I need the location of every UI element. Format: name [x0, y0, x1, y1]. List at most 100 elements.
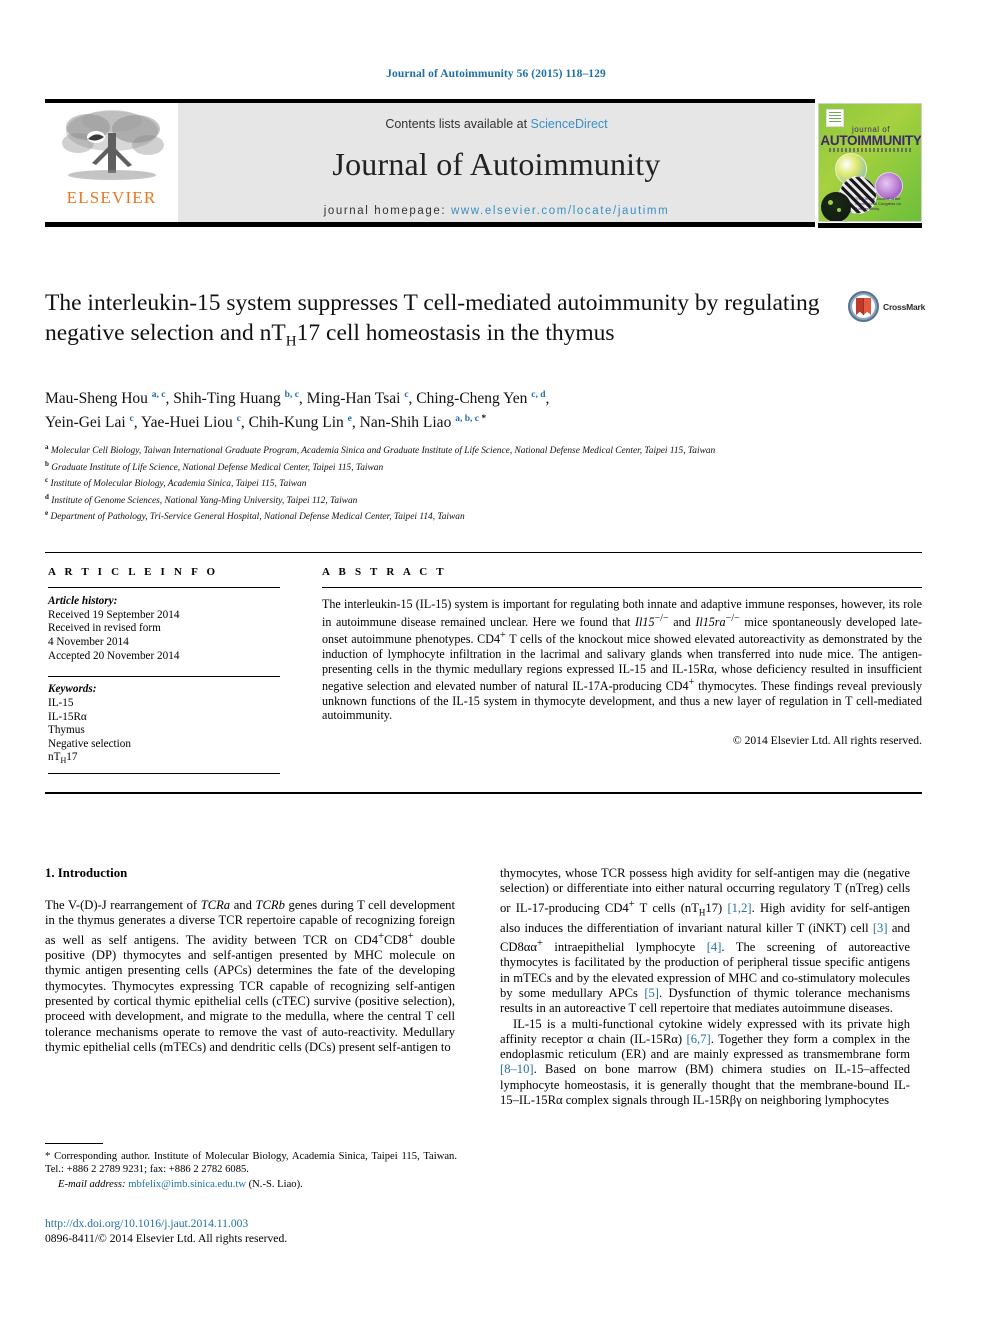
abstract-text: The interleukin-15 (IL-15) system is imp… [322, 597, 922, 723]
cover-cell-image-4 [821, 192, 851, 221]
cover-artwork: journal of AUTOIMMUNITY The Official Jou… [818, 103, 922, 222]
cover-title-label: AUTOIMMUNITY [820, 133, 922, 148]
elsevier-wordmark: ELSEVIER [66, 188, 157, 207]
affiliation-row: e Department of Pathology, Tri-Service G… [45, 509, 465, 523]
article-info-rule [48, 587, 280, 589]
author-name: Shih-Ting Huang [173, 390, 285, 408]
citation-link[interactable]: [8–10] [500, 1062, 534, 1076]
email-link[interactable]: mbfelix@imb.sinica.edu.tw [128, 1179, 246, 1190]
abstract-italic-gene: Il15 [635, 614, 655, 629]
affiliation-marker: e [45, 509, 49, 518]
intro-paragraph-right-2: IL-15 is a multi-functional cytokine wid… [500, 1016, 911, 1108]
author-affiliation-marker: c, d [531, 390, 546, 400]
article-history: Article history: Received 19 September 2… [48, 595, 280, 663]
affiliation-marker: a [45, 443, 49, 451]
keywords-label: Keywords: [48, 683, 97, 696]
abstract-copyright: © 2014 Elsevier Ltd. All rights reserved… [732, 734, 922, 748]
doi-link[interactable]: http://dx.doi.org/10.1016/j.jaut.2014.11… [45, 1216, 465, 1231]
affiliation-row: a Molecular Cell Biology, Taiwan Interna… [45, 443, 716, 457]
journal-masthead: ELSEVIER Contents lists available at Sci… [45, 99, 815, 227]
keyword-item: Negative selection [48, 737, 131, 750]
article-history-line: 4 November 2014 [48, 635, 129, 648]
journal-article-page: Journal of Autoimmunity 56 (2015) 118–12… [0, 0, 992, 1323]
cover-bottom-rule [818, 223, 922, 228]
body-column-left: 1. Introduction The V-(D)-J rearrangemen… [45, 866, 455, 1055]
citation-link[interactable]: [5] [644, 986, 659, 1000]
title-subscript-h: H [285, 333, 297, 350]
title-line-3: thymus [545, 320, 615, 346]
contents-available-line: Contents lists available at ScienceDirec… [385, 117, 607, 131]
citation-link[interactable]: [4] [707, 940, 722, 954]
affiliation-row: c Institute of Molecular Biology, Academ… [45, 476, 307, 490]
gene-italic: TCRb [255, 898, 285, 912]
citation-link[interactable]: [3] [873, 921, 888, 935]
contents-prefix: Contents lists available at [385, 117, 531, 131]
author-affiliation-marker: a, b, c [455, 414, 479, 425]
article-info-column: A R T I C L E I N F O Article history: R… [48, 566, 280, 775]
abstract-column: A B S T R A C T The interleukin-15 (IL-1… [322, 566, 922, 747]
sciencedirect-link[interactable]: ScienceDirect [531, 117, 608, 131]
intro-paragraph-right-1: thymocytes, whose TCR possess high avidi… [500, 866, 911, 1016]
homepage-label: journal homepage: [323, 205, 447, 217]
introduction-heading: 1. Introduction [45, 866, 128, 880]
author-list: Mau-Sheng Hou a, c, Shih-Ting Huang b, c… [45, 385, 845, 433]
abstract-heading: A B S T R A C T [322, 566, 447, 578]
footnote-star: * [45, 1151, 51, 1163]
citation-link[interactable]: [6,7] [687, 1032, 711, 1046]
keywords-top-rule [48, 676, 280, 678]
keywords-block: Keywords: IL-15 IL-15Rα Thymus Negative sel… [48, 676, 280, 775]
gene-italic: TCRa [200, 898, 231, 912]
author-name: Chih-Kung Lin [248, 414, 348, 432]
crossmark-badge[interactable]: CrossMark [848, 291, 925, 322]
corresponding-author-marker: * [478, 414, 487, 425]
abstract-rule [322, 587, 922, 589]
running-head: Journal of Autoimmunity 56 (2015) 118–12… [386, 68, 606, 80]
journal-band: Contents lists available at ScienceDirec… [178, 103, 815, 222]
corresponding-author-footnote: * Corresponding author. Institute of Mol… [45, 1143, 457, 1191]
abstract-text-run: −/− and [654, 612, 696, 629]
title-line-2b: 17 cell homeostasis in the [296, 320, 540, 346]
keyword-item: IL-15 [48, 696, 74, 709]
issn-copyright-line: 0896-8411/© 2014 Elsevier Ltd. All right… [45, 1232, 288, 1245]
page-title: The interleukin-15 system suppresses T c… [45, 288, 840, 357]
keyword-item: Thymus [48, 724, 85, 737]
email-line: E-mail address: mbfelix@imb.sinica.edu.t… [45, 1178, 457, 1191]
footnote-separator-rule [45, 1143, 103, 1145]
author-affiliation-marker: e [347, 414, 352, 425]
corresponding-author-detail: Corresponding author. Institute of Molec… [45, 1151, 457, 1176]
affiliation-list: a Molecular Cell Biology, Taiwan Interna… [45, 441, 855, 524]
footer-block: http://dx.doi.org/10.1016/j.jaut.2014.11… [45, 1216, 465, 1246]
abstract-italic-gene: Il15ra [695, 614, 726, 629]
affiliation-row: d Institute of Genome Sciences, National… [45, 492, 358, 506]
article-history-line: Accepted 20 November 2014 [48, 649, 180, 662]
crossmark-icon [848, 291, 879, 322]
author-name: Yein-Gei Lai [45, 414, 130, 432]
masthead-body: ELSEVIER Contents lists available at Sci… [45, 103, 815, 222]
title-block: The interleukin-15 system suppresses T c… [45, 288, 845, 357]
affiliation-marker: d [45, 492, 49, 501]
email-label: E-mail address: [58, 1178, 126, 1190]
journal-title: Journal of Autoimmunity [332, 146, 661, 182]
author-affiliation-marker: c [404, 390, 409, 400]
keyword-item: IL-15Rα [48, 710, 87, 723]
homepage-url-link[interactable]: www.elsevier.com/locate/jautimm [451, 205, 669, 217]
keywords-bottom-rule [48, 773, 280, 775]
keyword-item: nTH17 [48, 751, 78, 766]
article-history-line: Received in revised form [48, 622, 161, 635]
article-info-heading: A R T I C L E I N F O [48, 566, 219, 578]
author-affiliation-marker: a, c [151, 390, 166, 400]
cover-caption: The Official Journal of the Internationa… [855, 196, 901, 211]
citation-link[interactable]: [1,2] [727, 901, 751, 915]
cover-subtitle-rule [829, 148, 913, 152]
author-line-1: Mau-Sheng Hou a, c, Shih-Ting Huang b, c… [45, 390, 550, 408]
abstract-bottom-rule [45, 792, 922, 794]
title-line-1: The interleukin-15 system suppresses T c… [45, 290, 689, 316]
author-affiliation-marker: b, c [284, 390, 299, 400]
affiliation-row: b Graduate Institute of Life Science, Na… [45, 459, 384, 473]
article-history-label: Article history: [48, 595, 118, 608]
elsevier-logo: ELSEVIER [45, 103, 178, 222]
author-name: Yae-Huei Liou [140, 414, 237, 432]
affiliation-marker: c [45, 476, 49, 485]
intro-paragraph-left-1: The V-(D)-J rearrangement of TCRa and TC… [45, 898, 455, 1054]
author-affiliation-marker: c [236, 414, 241, 425]
